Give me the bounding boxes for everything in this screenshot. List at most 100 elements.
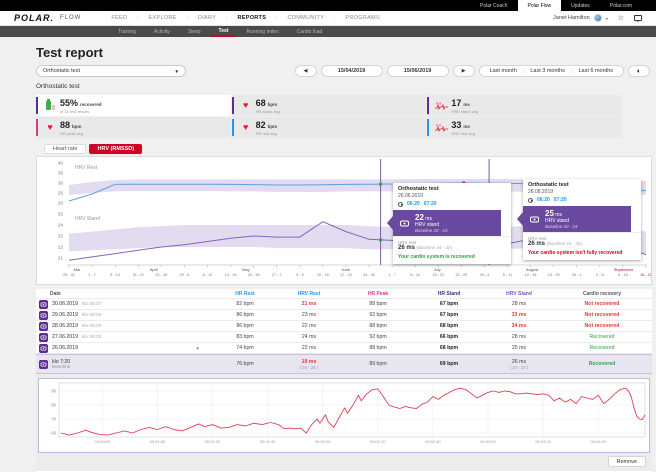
svg-text:29 - 5: 29 - 5: [180, 273, 190, 277]
nav-item-diary[interactable]: DIARY: [192, 15, 222, 21]
orthostatic-test-icon: [39, 333, 48, 342]
svg-text:2 - 8: 2 - 8: [596, 273, 604, 277]
subnav-activity[interactable]: Activity: [146, 26, 178, 37]
svg-text:5 - 11: 5 - 11: [503, 273, 512, 277]
range-last-6-months[interactable]: Last 6 months: [572, 68, 619, 74]
cell-hr-peak: 92 bpm: [342, 312, 414, 318]
link-updates[interactable]: Updates: [561, 0, 600, 11]
table-row[interactable]: 29.06.2019klo 08:00 86 bpm 23 ms 92 bpm …: [36, 310, 652, 321]
table-row-expanded[interactable]: 26.06.2019▼ 74 bpm 22 ms 88 bpm 68 bpm 2…: [36, 343, 652, 354]
hrv-stand-value: 22: [415, 213, 424, 222]
col-hr-peak[interactable]: HR Peak: [342, 291, 414, 297]
hrv-rest-label: HRV rest: [528, 236, 636, 241]
nav-item-community[interactable]: COMMUNITY: [281, 15, 330, 21]
svg-text:HRV Rest: HRV Rest: [75, 165, 98, 171]
cell-hrv-stand: 33 ms: [484, 312, 554, 318]
tab-heart-rate[interactable]: Heart rate: [44, 144, 86, 154]
stat-color-bar: [232, 97, 234, 114]
row-date: 26.06.2019: [52, 345, 78, 351]
date-from-input[interactable]: 15/04/2019: [321, 65, 383, 77]
range-last-month[interactable]: Last month: [484, 68, 523, 74]
link-polar-flow[interactable]: Polar Flow: [518, 0, 562, 11]
link-polar-com[interactable]: Polar.com: [600, 0, 642, 11]
link-polar-coach[interactable]: Polar Coach: [470, 0, 518, 11]
cell-hr-rest: 74 bpm: [214, 345, 276, 351]
svg-text:21: 21: [58, 256, 64, 261]
prev-period-button[interactable]: ◀: [295, 65, 317, 77]
date-to-input[interactable]: 15/06/2019: [387, 65, 449, 77]
remove-button[interactable]: Remove: [608, 456, 646, 467]
row-time: klo 08:00: [82, 335, 101, 340]
subnav-test[interactable]: Test: [211, 26, 237, 37]
svg-text:80: 80: [51, 403, 56, 408]
recovery-status-text: Your cardio system is recovered: [393, 252, 511, 264]
svg-text:90: 90: [51, 389, 56, 394]
tooltip-date: 26.08.2019: [528, 189, 636, 195]
svg-text:10 - 16: 10 - 16: [317, 273, 329, 277]
cell-recovery: Not recovered: [554, 323, 650, 329]
stat-color-bar: [427, 97, 429, 114]
nav-item-programs[interactable]: PROGRAMS: [339, 15, 386, 21]
nav-item-explore[interactable]: EXPLORE: [143, 15, 183, 21]
stat-color-bar: [36, 119, 38, 136]
nav-item-reports[interactable]: REPORTS: [231, 15, 272, 21]
chat-bubble-icon[interactable]: [634, 15, 642, 21]
chevron-down-icon: ▾: [606, 16, 608, 21]
section-title: Orthostatic test: [36, 83, 650, 90]
table-row[interactable]: 28.06.2019klo 08:00 86 bpm 22 ms 88 bpm …: [36, 321, 652, 332]
test-type-select[interactable]: Orthostatic test ▼: [36, 65, 186, 77]
next-period-button[interactable]: ▶: [453, 65, 475, 77]
user-menu[interactable]: Janet Hamilton ▾ ☆: [553, 14, 642, 22]
stat-unit: ms: [463, 102, 470, 107]
subnav-running-index[interactable]: Running Index: [238, 26, 286, 37]
nav-item-feed[interactable]: FEED: [105, 15, 133, 21]
contrast-toggle-button[interactable]: ◐: [628, 65, 650, 77]
report-subnav: Training Activity Sleep Test Running Ind…: [0, 26, 656, 37]
col-hrv-stand[interactable]: HRV Stand: [484, 291, 554, 297]
svg-text:25: 25: [58, 191, 64, 196]
table-row[interactable]: 27.06.2019klo 08:00 83 bpm 24 ms 92 bpm …: [36, 332, 652, 343]
test-start-time: 06:20: [537, 197, 550, 203]
col-cardio-recovery[interactable]: Cardio recovery: [554, 291, 650, 297]
polar-logo[interactable]: POLAR.: [14, 13, 54, 23]
svg-text:6 - 12: 6 - 12: [203, 273, 213, 277]
rr-interval-icon: R·R: [431, 101, 451, 110]
stat-unit: ms: [463, 124, 470, 129]
col-hrv-rest[interactable]: HRV Rest: [276, 291, 342, 297]
row-time: klo 08:00: [82, 313, 101, 318]
orthostatic-watch-icon: [529, 214, 540, 225]
subnav-cardio-load[interactable]: Cardio load: [289, 26, 331, 37]
hr-test-chart[interactable]: 9080706000:00:4000:01:0000:01:2000:01:40…: [38, 378, 650, 453]
svg-text:35: 35: [58, 171, 64, 176]
subnav-sleep[interactable]: Sleep: [180, 26, 209, 37]
favorites-star-icon[interactable]: ☆: [618, 14, 624, 22]
svg-text:26 - 1: 26 - 1: [572, 273, 582, 277]
test-end-time: 07:20: [424, 201, 437, 207]
subnav-training[interactable]: Training: [110, 26, 144, 37]
cell-hr-rest: 86 bpm: [214, 323, 276, 329]
svg-text:22 - 28: 22 - 28: [455, 273, 467, 277]
row-date: 27.06.2019: [52, 334, 78, 340]
stat-color-bar: [36, 97, 38, 114]
stat-unit: bpm: [72, 124, 82, 129]
col-hr-rest[interactable]: HR Rest: [214, 291, 276, 297]
range-last-3-months[interactable]: Last 3 months: [524, 68, 571, 74]
svg-text:25 - 31: 25 - 31: [63, 273, 75, 277]
heart-icon: ♥: [40, 123, 60, 132]
cell-hr-stand: 66 bpm: [414, 334, 484, 340]
table-row[interactable]: 30.06.2019klo 08:07 82 bpm 21 ms 88 bpm …: [36, 299, 652, 310]
svg-text:00:02:40: 00:02:40: [425, 439, 441, 444]
battery-icon: [40, 101, 60, 110]
row-time: klo 08:07: [82, 302, 101, 307]
user-avatar[interactable]: [594, 14, 602, 22]
page-content: Test report Orthostatic test ▼ ◀ 15/04/2…: [0, 37, 656, 472]
col-hr-stand[interactable]: HR Stand: [414, 291, 484, 297]
collapse-caret-icon[interactable]: ▼: [196, 346, 200, 351]
test-start-time: 06:20: [407, 201, 420, 207]
tab-hrv-rmssd[interactable]: HRV (RMSSD): [89, 144, 142, 154]
hrv-trend-chart[interactable]: 4035302520HRV Rest2524232221HRV Stand25 …: [36, 156, 652, 285]
svg-text:00:01:40: 00:01:40: [260, 439, 276, 444]
nav-divider: |: [137, 15, 138, 21]
stat-value: 33: [451, 120, 461, 130]
col-date[interactable]: Date: [36, 291, 214, 297]
